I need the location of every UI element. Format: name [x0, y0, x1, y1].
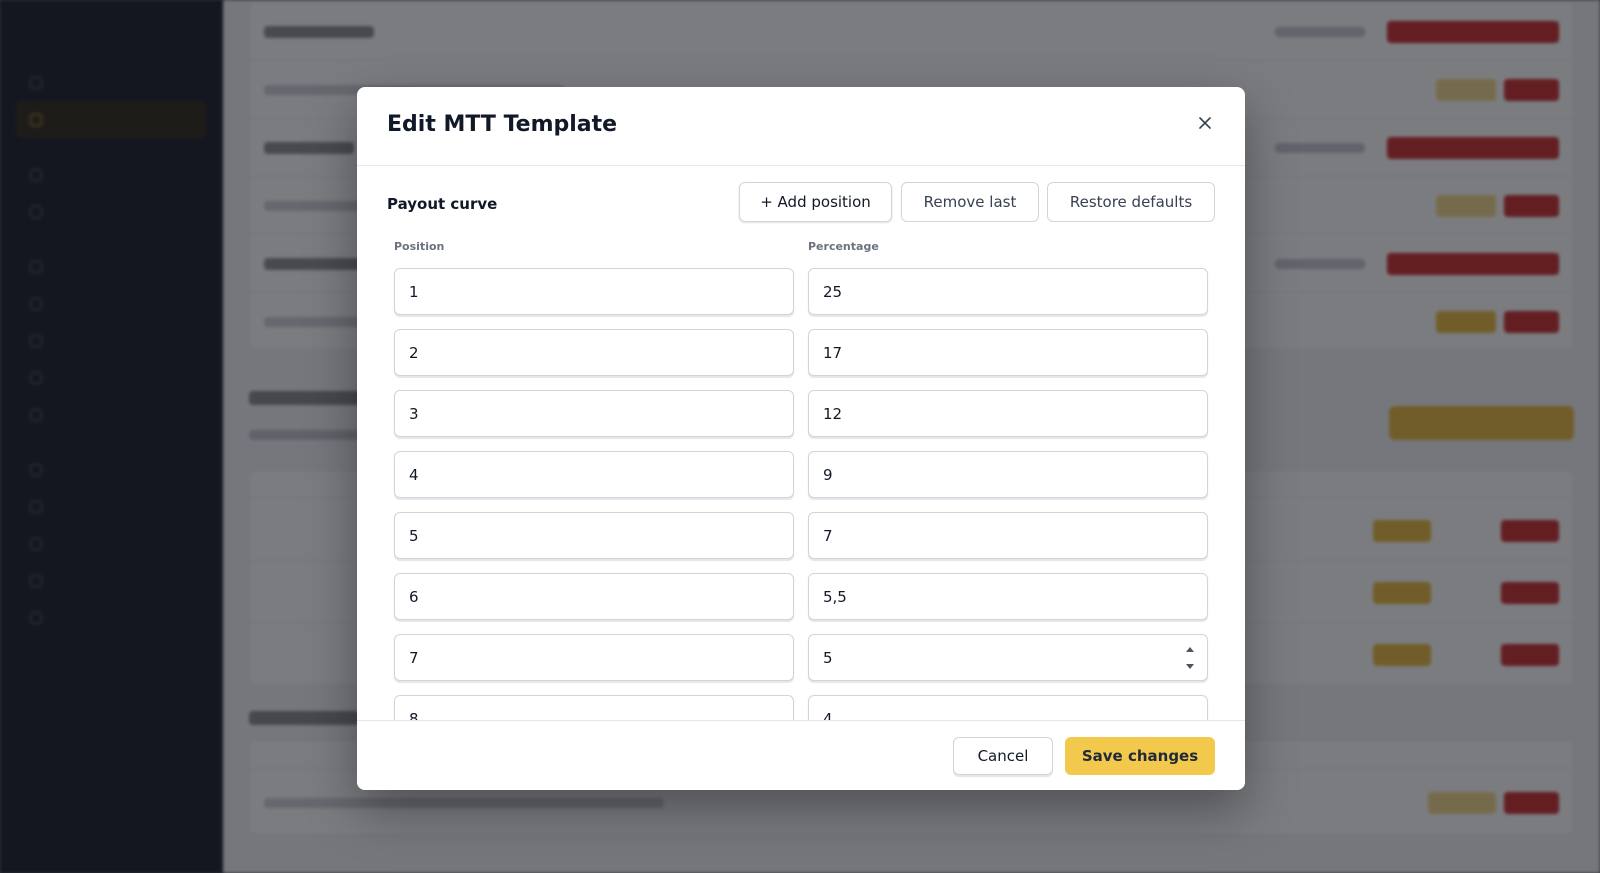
position-input[interactable]: 4 — [394, 451, 794, 498]
stepper-up-icon[interactable] — [1186, 647, 1194, 652]
modal-body[interactable]: Payout curve + Add position Remove last … — [357, 167, 1245, 790]
position-input[interactable]: 6 — [394, 573, 794, 620]
percentage-input[interactable]: 12 — [808, 390, 1208, 437]
position-input[interactable]: 3 — [394, 390, 794, 437]
position-input[interactable]: 7 — [394, 634, 794, 681]
percentage-value: 5 — [823, 648, 833, 667]
position-input[interactable]: 2 — [394, 329, 794, 376]
modal-header: Edit MTT Template — [357, 87, 1245, 166]
close-icon — [1199, 117, 1211, 129]
percentage-input[interactable]: 9 — [808, 451, 1208, 498]
close-button[interactable] — [1191, 109, 1219, 137]
payout-row: 2 17 — [394, 329, 1208, 390]
payout-row: 5 7 — [394, 512, 1208, 573]
payout-rows: 1 25 2 17 3 12 4 9 5 7 6 5,5 7 5 8 4 — [394, 268, 1208, 756]
percentage-input-focused[interactable]: 5 — [808, 634, 1208, 681]
cancel-button[interactable]: Cancel — [953, 737, 1053, 775]
payout-curve-title: Payout curve — [387, 195, 498, 213]
payout-row: 6 5,5 — [394, 573, 1208, 634]
save-changes-button[interactable]: Save changes — [1065, 737, 1215, 775]
restore-defaults-button[interactable]: Restore defaults — [1047, 182, 1215, 222]
remove-last-button[interactable]: Remove last — [901, 182, 1039, 222]
percentage-input[interactable]: 5,5 — [808, 573, 1208, 620]
stepper-down-icon[interactable] — [1186, 664, 1194, 669]
number-stepper[interactable] — [1185, 647, 1195, 669]
percentage-column-header: Percentage — [808, 240, 879, 253]
percentage-input[interactable]: 17 — [808, 329, 1208, 376]
payout-row: 7 5 — [394, 634, 1208, 695]
position-input[interactable]: 5 — [394, 512, 794, 559]
payout-row: 4 9 — [394, 451, 1208, 512]
edit-mtt-template-modal: Edit MTT Template Payout curve + Add pos… — [357, 87, 1245, 790]
modal-title: Edit MTT Template — [387, 112, 618, 137]
position-column-header: Position — [394, 240, 445, 253]
percentage-input[interactable]: 25 — [808, 268, 1208, 315]
add-position-button[interactable]: + Add position — [739, 182, 892, 222]
modal-footer: Cancel Save changes — [357, 720, 1245, 790]
payout-row: 1 25 — [394, 268, 1208, 329]
position-input[interactable]: 1 — [394, 268, 794, 315]
payout-row: 3 12 — [394, 390, 1208, 451]
percentage-input[interactable]: 7 — [808, 512, 1208, 559]
